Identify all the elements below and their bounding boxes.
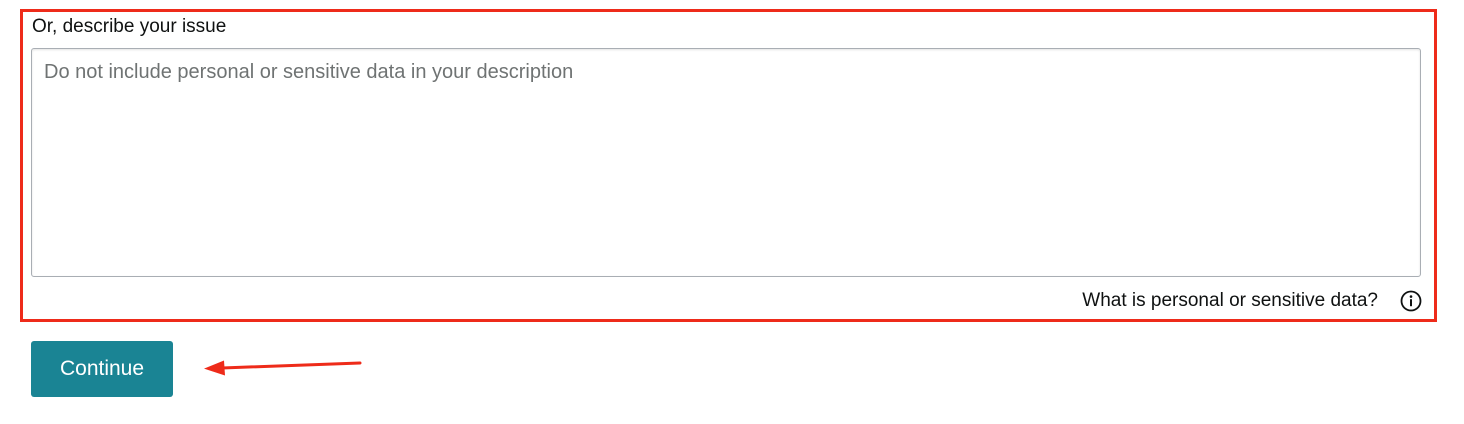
sensitive-data-help-link[interactable]: What is personal or sensitive data? (1082, 290, 1378, 312)
info-icon[interactable] (1400, 290, 1422, 312)
continue-button[interactable]: Continue (31, 341, 173, 397)
sensitive-data-help: What is personal or sensitive data? (1082, 288, 1422, 314)
arrow-left-icon (204, 360, 362, 376)
issue-description-label: Or, describe your issue (32, 16, 227, 37)
issue-description-textarea[interactable] (31, 48, 1421, 277)
page: Or, describe your issue What is personal… (0, 0, 1464, 424)
